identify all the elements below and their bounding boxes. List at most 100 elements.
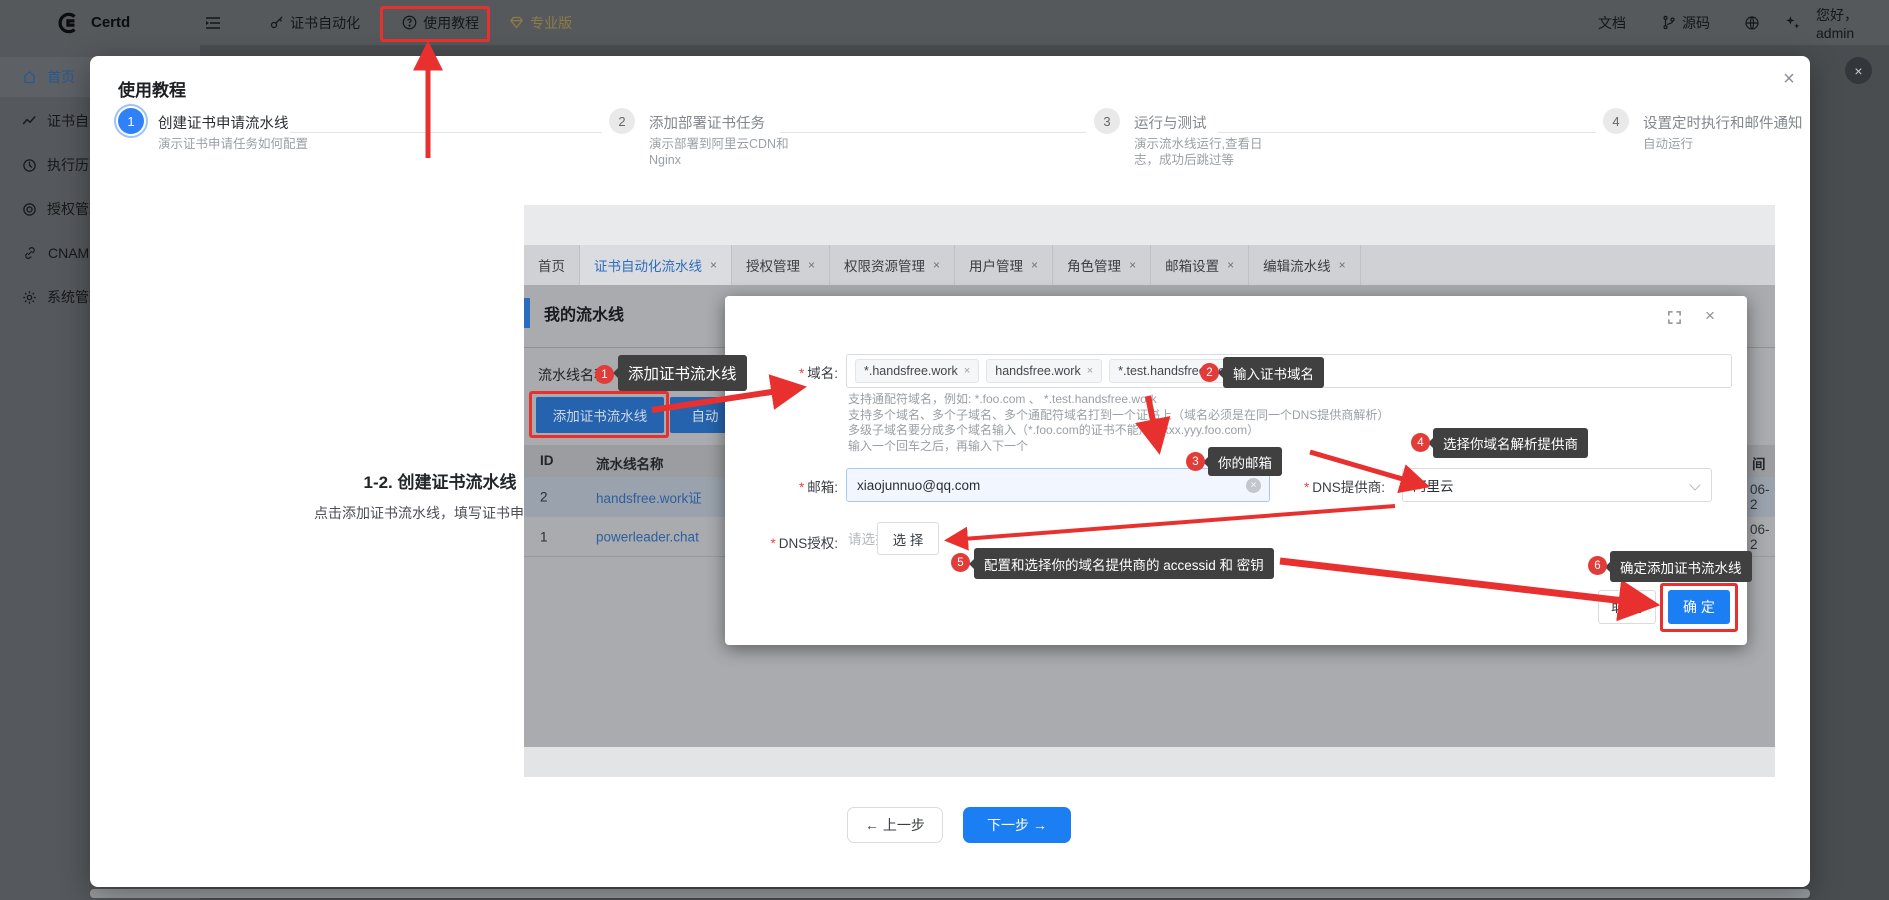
nav-docs[interactable]: 文档 [1598,0,1626,45]
tab-close-icon[interactable]: × [710,258,717,272]
demo-tab-authorization[interactable]: 授权管理× [732,245,830,285]
collapse-icon [205,16,221,30]
demo-tab-permission[interactable]: 权限资源管理× [830,245,955,285]
step-number-badge: 2 [609,108,635,134]
link-icon [22,246,38,260]
horizontal-scrollbar[interactable] [90,889,1810,898]
top-navbar: Certd 证书自动化 使用教程 专业版 文档 源码 您好，admin [0,0,1889,45]
demo-tab-users[interactable]: 用户管理× [955,245,1053,285]
step-connector [1218,132,1596,133]
fullscreen-icon[interactable] [1667,310,1682,325]
col-time-fragment: 间 [1752,453,1766,473]
demo-top-strip [524,205,1775,245]
tab-close-icon[interactable]: × [808,258,815,272]
git-branch-icon [1662,15,1676,30]
tab-close-icon[interactable]: × [1031,258,1038,272]
nav-source[interactable]: 源码 [1662,0,1710,45]
dialog-close-button[interactable]: × [1705,306,1715,326]
user-greeting[interactable]: 您好，admin [1816,0,1889,45]
step-connector [290,132,602,133]
email-label: *邮箱: [725,476,838,496]
pipeline-link[interactable]: handsfree.work证 [596,487,702,507]
step-connector [780,132,1086,133]
cell-id: 1 [540,529,548,544]
tooltip-enter-domain: 输入证书域名 [1223,357,1324,388]
step-badge-5: 5 [951,553,970,572]
step-desc: 自动运行 [1643,136,1803,152]
step-badge-3: 3 [1186,452,1205,471]
tab-close-icon[interactable]: × [933,258,940,272]
step-badge-4: 4 [1411,433,1430,452]
home-icon [22,70,37,85]
globe-icon [1744,15,1760,31]
tutorial-modal: 使用教程 × 1 创建证书申请流水线 演示证书申请任务如何配置 2 添加部署证书… [90,56,1810,887]
tab-close-icon[interactable]: × [1227,258,1234,272]
clock-icon [22,158,37,173]
tag-close-icon[interactable]: × [964,365,970,377]
card-accent-bar [524,298,530,328]
gear-icon [22,290,37,305]
step-title: 创建证书申请流水线 [158,112,289,133]
step-title: 设置定时执行和邮件通知 [1643,112,1803,133]
tutorial-close-button[interactable]: × [1776,66,1802,92]
demo-tab-roles[interactable]: 角色管理× [1053,245,1151,285]
step-badge-1: 1 [595,365,614,384]
cell-id: 2 [540,490,548,505]
tooltip-choose-dns-provider: 选择你域名解析提供商 [1433,428,1588,458]
tooltip-your-email: 你的邮箱 [1208,447,1282,476]
certd-logo-icon [55,10,81,36]
demo-tab-home[interactable]: 首页 [524,245,580,285]
cancel-button[interactable]: 取 消 [1598,590,1656,624]
tag-close-icon[interactable]: × [1087,365,1093,377]
tab-close-icon[interactable]: × [1129,258,1136,272]
pipeline-link[interactable]: powerleader.chat [596,529,699,544]
language-globe-button[interactable] [1744,0,1760,45]
step-desc: 演示流水线运行,查看日志，成功后跳过等 [1134,136,1286,168]
dns-auth-choose-button[interactable]: 选 择 [877,522,939,555]
step-desc: 演示部署到阿里云CDN和Nginx [649,136,801,168]
tutorial-modal-title: 使用教程 [118,76,186,101]
demo-screenshot: 首页 证书自动化流水线× 授权管理× 权限资源管理× 用户管理× 角色管理× 邮… [524,205,1775,777]
highlight-box-ok-button [1660,583,1738,632]
step-number-badge: 4 [1603,108,1629,134]
sidebar-collapse-button[interactable] [205,16,221,30]
step-title: 运行与测试 [1134,112,1207,133]
step-desc: 演示证书申请任务如何配置 [158,136,310,152]
prev-step-button[interactable]: ← 上一步 [847,807,943,843]
dns-provider-label: *DNS提供商: [1272,476,1385,496]
demo-tab-bar: 首页 证书自动化流水线× 授权管理× 权限资源管理× 用户管理× 角色管理× 邮… [524,245,1775,285]
cell-time-fragment: 06-2 [1750,522,1775,552]
email-field[interactable]: xiaojunnuo@qq.com × [846,468,1270,502]
tooltip-configure-access: 配置和选择你的域名提供商的 accessid 和 密钥 [974,548,1274,579]
target-icon [22,202,37,217]
chevron-down-icon [1689,479,1700,490]
app-screen: Certd 证书自动化 使用教程 专业版 文档 源码 您好，admin [0,0,1889,900]
tooltip-add-pipeline: 添加证书流水线 [618,355,747,391]
vip-diamond-icon [509,16,524,29]
nav-cert-automation[interactable]: 证书自动化 [269,13,360,33]
theme-sparkles-button[interactable] [1784,0,1801,45]
demo-tab-cert-pipeline[interactable]: 证书自动化流水线× [580,245,732,285]
step-badge-6: 6 [1588,556,1607,575]
tab-close-icon[interactable]: × [1339,258,1346,272]
nav-pro-edition[interactable]: 专业版 [509,13,572,33]
demo-tab-edit-pipeline[interactable]: 编辑流水线× [1249,245,1361,285]
step-title: 添加部署证书任务 [649,112,765,133]
sparkles-icon [1784,14,1801,31]
step-badge-2: 2 [1200,363,1219,382]
dns-provider-select[interactable]: 阿里云 [1402,468,1712,502]
close-icon: × [1705,306,1715,325]
cell-time-fragment: 06-2 [1750,482,1775,512]
clear-icon[interactable]: × [1246,478,1261,493]
pipeline-card-title: 我的流水线 [544,301,624,325]
demo-bottom-strip [524,747,1775,777]
demo-tab-email[interactable]: 邮箱设置× [1151,245,1249,285]
col-name: 流水线名称 [596,453,664,473]
floating-close-bubble[interactable]: × [1845,57,1872,84]
highlight-box-add-pipeline [529,391,669,438]
line-chart-icon [22,114,37,129]
domain-tag: *.handsfree.work× [855,359,979,383]
domain-help-text: 支持通配符域名，例如: *.foo.com 、 *.test.handsfree… [848,392,1389,454]
brand-name: Certd [91,14,130,31]
next-step-button[interactable]: 下一步 → [963,807,1071,843]
